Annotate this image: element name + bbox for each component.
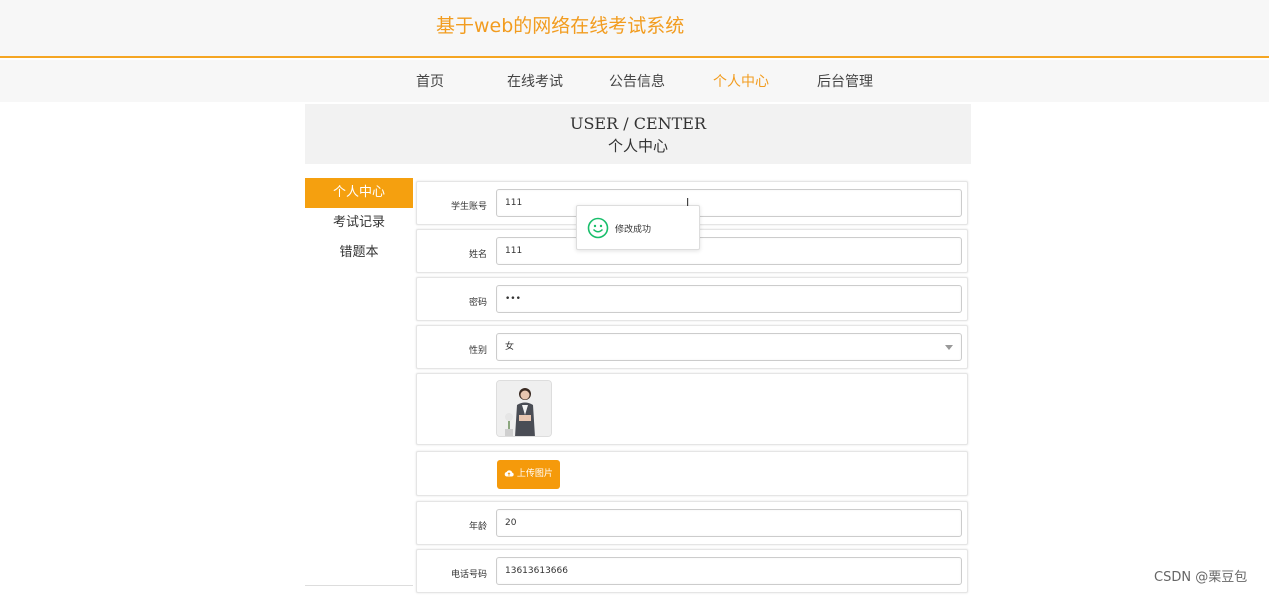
- form-row-phone: 电话号码 13613613666: [416, 549, 968, 593]
- page-banner: USER / CENTER 个人中心: [305, 104, 971, 164]
- nav-online-exam[interactable]: 在线考试: [507, 71, 563, 91]
- account-label: 学生账号: [450, 202, 487, 212]
- form-row-avatar: [416, 373, 968, 445]
- nav-home[interactable]: 首页: [416, 71, 444, 91]
- side-item-exam-records[interactable]: 考试记录: [305, 208, 413, 238]
- form-row-age: 年龄 20: [416, 501, 968, 545]
- phone-label: 电话号码: [450, 570, 487, 580]
- upload-image-label: 上传图片: [516, 469, 553, 479]
- account-input[interactable]: 111: [496, 189, 962, 217]
- nav-announcements[interactable]: 公告信息: [609, 71, 665, 91]
- nav-user-center[interactable]: 个人中心: [713, 71, 769, 91]
- name-label: 姓名: [468, 250, 487, 260]
- form-row-gender: 性别 女: [416, 325, 968, 369]
- nav-admin[interactable]: 后台管理: [817, 71, 873, 91]
- toast-message: 修改成功: [615, 225, 652, 235]
- age-input[interactable]: 20: [496, 509, 962, 537]
- smile-icon: [587, 217, 609, 239]
- main-nav: 首页 在线考试 公告信息 个人中心 后台管理: [0, 60, 1269, 102]
- header: 基于web的网络在线考试系统: [0, 0, 1269, 58]
- avatar-photo: [497, 381, 551, 436]
- gender-selected-value: 女: [505, 342, 515, 352]
- success-toast: 修改成功: [576, 205, 700, 250]
- side-item-wrong-questions[interactable]: 错题本: [305, 238, 413, 268]
- text-cursor-icon: I: [686, 196, 690, 209]
- phone-input[interactable]: 13613613666: [496, 557, 962, 585]
- upload-image-button[interactable]: 上传图片: [497, 460, 560, 489]
- age-label: 年龄: [468, 522, 487, 532]
- name-input[interactable]: 111: [496, 237, 962, 265]
- password-label: 密码: [468, 298, 487, 308]
- chevron-down-icon: [945, 345, 953, 350]
- password-input[interactable]: •••: [496, 285, 962, 313]
- banner-title-cn: 个人中心: [607, 137, 668, 155]
- form-row-upload: 上传图片: [416, 451, 968, 496]
- form-row-password: 密码 •••: [416, 277, 968, 321]
- watermark: CSDN @栗豆包: [1154, 570, 1248, 585]
- banner-title-en: USER / CENTER: [569, 114, 707, 133]
- side-item-user-center[interactable]: 个人中心: [305, 178, 413, 208]
- cloud-upload-icon: [504, 470, 514, 477]
- gender-select[interactable]: 女: [496, 333, 962, 361]
- site-title: 基于web的网络在线考试系统: [436, 15, 685, 37]
- gender-label: 性别: [468, 346, 487, 356]
- avatar-image[interactable]: [496, 380, 552, 437]
- side-menu: 个人中心 考试记录 错题本: [305, 178, 413, 586]
